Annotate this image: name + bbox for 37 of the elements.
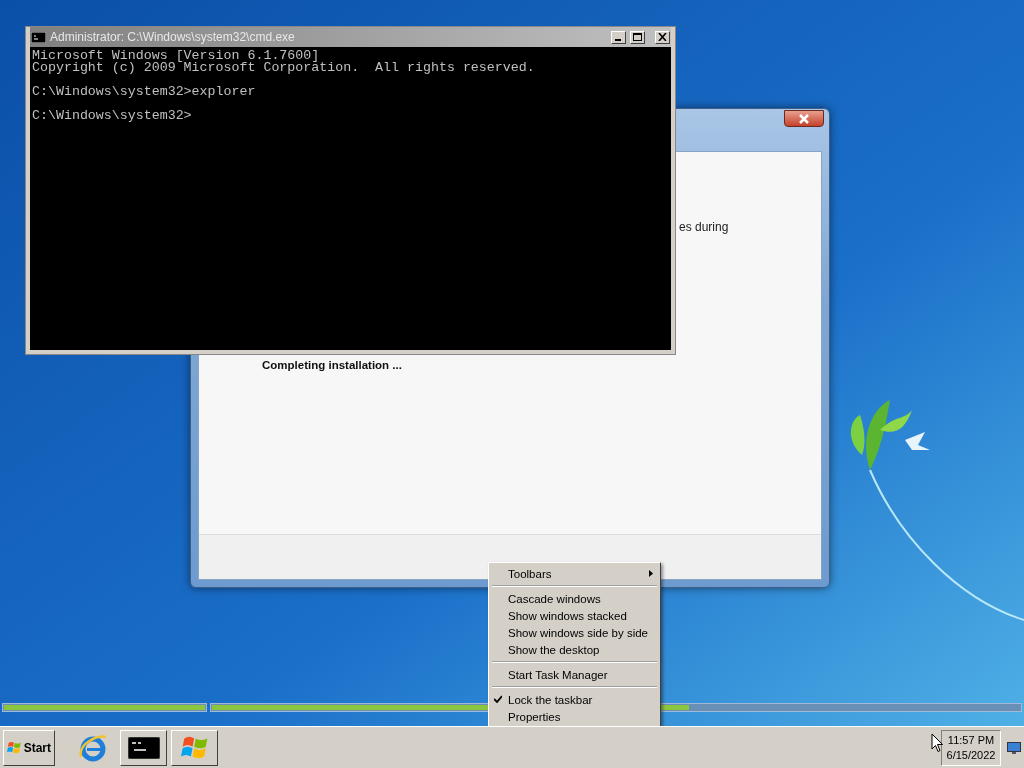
console-button[interactable] — [120, 729, 167, 766]
clock-date: 6/15/2022 — [946, 747, 996, 763]
close-icon — [658, 33, 667, 41]
menu-item[interactable]: Show the desktop — [490, 641, 659, 658]
menu-item[interactable]: Properties — [490, 708, 659, 725]
browser-icon — [77, 732, 108, 763]
bird-drawing — [905, 432, 930, 450]
close-icon — [798, 113, 810, 124]
clock-time: 11:57 PM — [947, 732, 995, 748]
menu-item[interactable]: Cascade windows — [490, 590, 659, 607]
menu-item[interactable]: Lock the taskbar — [490, 691, 659, 708]
monitor-icon[interactable] — [1007, 740, 1021, 755]
window-title: Administrator: C:\Windows\system32\cmd.exe — [50, 30, 296, 44]
console-icon — [127, 736, 160, 759]
close-button[interactable] — [784, 110, 824, 127]
console-line: C:\Windows\system32> — [32, 110, 193, 122]
windows-button[interactable] — [171, 729, 218, 766]
minimize-button[interactable] — [611, 30, 626, 44]
submenu-arrow-icon — [649, 570, 653, 577]
plant-drawing — [850, 400, 912, 470]
maximize-button[interactable] — [630, 30, 645, 44]
check-icon — [494, 695, 502, 703]
menu-item[interactable]: Show windows side by side — [490, 624, 659, 641]
status-text: Completing installation ... — [262, 359, 402, 371]
cursor-icon — [931, 733, 944, 753]
console-line: Copyright (c) 2009 Microsoft Corporation. All rights reserved. — [32, 62, 536, 74]
windows-logo-icon — [7, 740, 22, 755]
description-text: es during — [679, 220, 729, 234]
maximize-icon — [633, 33, 642, 41]
console-line: C:\Windows\system32>explorer — [32, 86, 257, 98]
console-icon — [31, 31, 46, 43]
menu-item[interactable]: Toolbars — [490, 565, 659, 582]
menu-item[interactable]: Start Task Manager — [490, 666, 659, 683]
menu-item[interactable]: Show windows stacked — [490, 607, 659, 624]
windows-logo-icon — [180, 735, 209, 760]
console-line: Microsoft Windows [Version 6.1.7600] — [32, 50, 320, 62]
start-button[interactable]: Start — [3, 729, 55, 766]
